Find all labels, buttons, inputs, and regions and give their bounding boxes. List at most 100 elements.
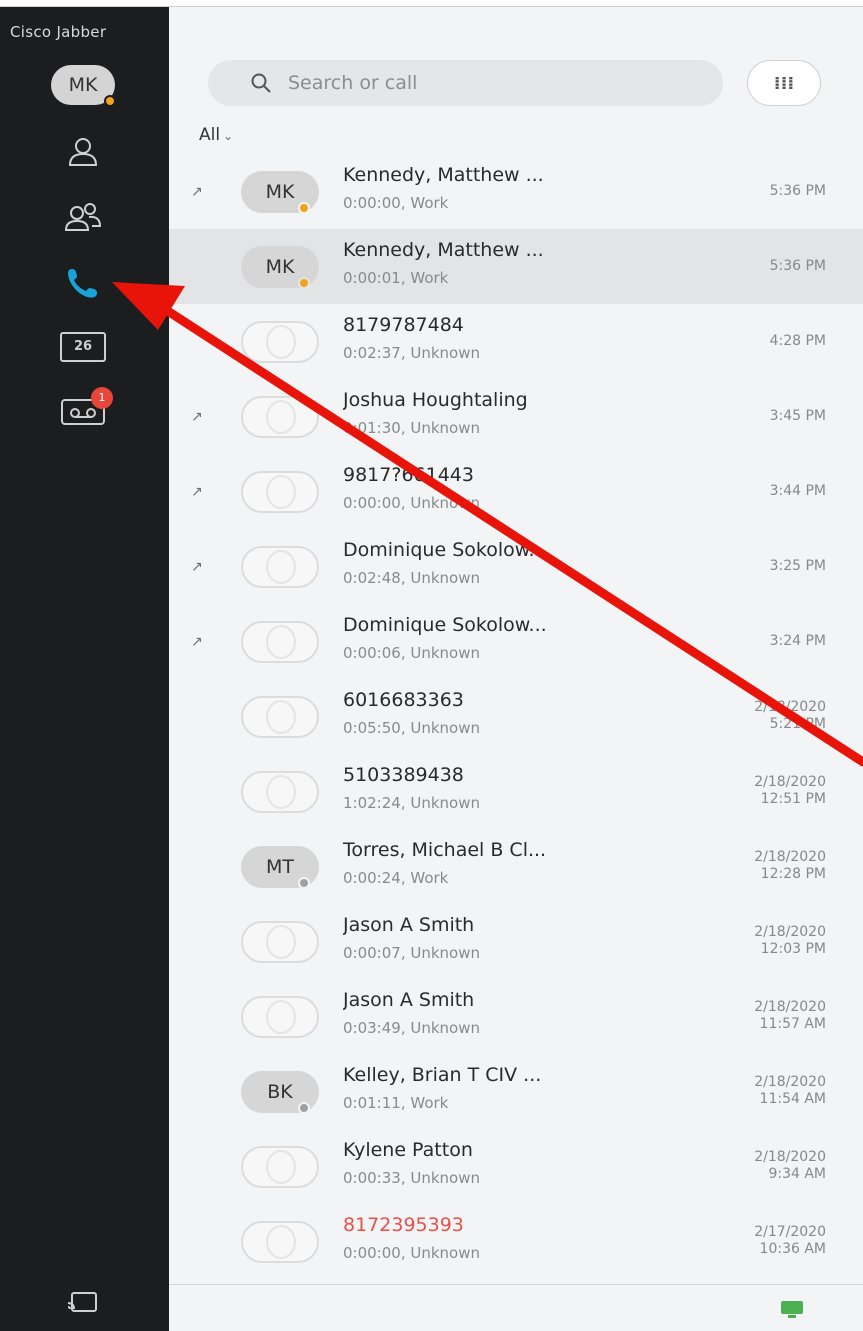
call-time-line1: 2/18/2020 [754,999,826,1015]
monitor-button[interactable] [780,1300,804,1324]
call-detail: 0:00:06, Unknown [343,644,480,662]
presence-dot [298,277,310,289]
calendar-date: 26 [73,339,93,354]
nav-calls-button[interactable] [55,262,111,302]
call-time: 3:25 PM [666,558,826,575]
call-row[interactable]: Jason A Smith 0:00:07, Unknown 2/18/2020 12… [169,904,863,979]
default-avatar-icon[interactable] [241,1146,319,1188]
self-presence-dot [104,95,116,107]
call-name: 8172395393 [343,1214,464,1236]
nav-people-button[interactable] [55,197,111,237]
jabber-window: Cisco Jabber MK 26 1 Search or call ⁞⁞⁞ … [0,6,863,1331]
default-avatar-icon[interactable] [241,996,319,1038]
nav-contacts-button[interactable] [55,132,111,172]
default-avatar-icon[interactable] [241,921,319,963]
call-time-line1: 5:36 PM [769,258,826,274]
default-avatar-icon[interactable] [241,1221,319,1263]
avatar-placeholder-shape [266,925,296,959]
call-time-line2: 12:28 PM [760,866,826,882]
call-time-line1: 2/17/2020 [754,1224,826,1240]
outgoing-call-icon: ↗ [191,634,203,650]
default-avatar-icon[interactable] [241,696,319,738]
avatar-placeholder-shape [266,550,296,584]
call-detail: 0:03:49, Unknown [343,1019,480,1037]
call-time-line1: 2/18/2020 [754,849,826,865]
call-time-line1: 2/18/2020 [754,1149,826,1165]
search-bar[interactable]: Search or call [208,60,723,106]
call-time: 3:44 PM [666,483,826,500]
outgoing-call-icon: ↗ [191,559,203,575]
default-avatar-icon[interactable] [241,621,319,663]
calendar-icon: 26 [60,332,106,362]
call-detail: 0:00:24, Work [343,869,449,887]
call-time-line2: 5:21 PM [769,716,826,732]
presence-dot [298,877,310,889]
people-icon [64,203,102,231]
default-avatar-icon[interactable] [241,471,319,513]
call-history-panel: Search or call ⁞⁞⁞ All ⌄ ↗ MK Kennedy, Matt… [169,7,863,1331]
outgoing-call-icon: ↗ [191,484,203,500]
call-time-line1: 2/18/2020 [754,1074,826,1090]
call-detail: 0:00:07, Unknown [343,944,480,962]
presence-dot [298,1102,310,1114]
call-time: 2/18/2020 11:54 AM [666,1074,826,1108]
outgoing-call-icon: ↗ [191,184,203,200]
call-row[interactable]: ↗ Joshua Houghtaling 0:01:30, Unknown 3:45 … [169,379,863,454]
call-name: 9817?661443 [343,464,474,486]
call-time: 3:45 PM [666,408,826,425]
default-avatar-icon[interactable] [241,771,319,813]
dialpad-button[interactable]: ⁞⁞⁞ [747,60,821,106]
avatar-placeholder-shape [266,700,296,734]
call-detail: 0:01:30, Unknown [343,419,480,437]
call-detail: 0:02:48, Unknown [343,569,480,587]
call-row[interactable]: Kylene Patton 0:00:33, Unknown 2/18/2020 9:… [169,1129,863,1204]
call-row[interactable]: 6016683363 0:05:50, Unknown 2/18/2020 5:21 … [169,679,863,754]
search-input[interactable]: Search or call [288,72,417,94]
call-time: 5:36 PM [666,258,826,275]
search-icon [251,73,271,93]
call-name: Dominique Sokolow... [343,614,547,636]
footer-divider [169,1284,863,1285]
call-detail: 0:00:01, Work [343,269,449,287]
chevron-down-icon: ⌄ [223,129,234,143]
default-avatar-icon[interactable] [241,546,319,588]
default-avatar-icon[interactable] [241,396,319,438]
nav-calendar-button[interactable]: 26 [55,327,111,367]
call-row[interactable]: 8179787484 0:02:37, Unknown 4:28 PM [169,304,863,379]
call-row[interactable]: 8172395393 0:00:00, Unknown 2/17/2020 10:36… [169,1204,863,1279]
call-detail: 1:02:24, Unknown [343,794,480,812]
call-time: 2/18/2020 9:34 AM [666,1149,826,1183]
call-time: 2/18/2020 12:51 PM [666,774,826,808]
call-name: Dominique Sokolow... [343,539,547,561]
outgoing-call-icon: ↗ [191,409,203,425]
call-row[interactable]: MT Torres, Michael B Cl... 0:00:24, Work 2/… [169,829,863,904]
default-avatar-icon[interactable] [241,321,319,363]
call-row[interactable]: MK Kennedy, Matthew ... 0:00:01, Work 5:36 … [169,229,863,304]
call-time-line1: 2/18/2020 [754,774,826,790]
call-name: Kennedy, Matthew ... [343,239,544,261]
call-name: Torres, Michael B Cl... [343,839,547,861]
call-time: 2/18/2020 11:57 AM [666,999,826,1033]
call-row[interactable]: Jason A Smith 0:03:49, Unknown 2/18/2020 11… [169,979,863,1054]
call-row[interactable]: ↗ MK Kennedy, Matthew ... 0:00:00, Work 5:36… [169,154,863,229]
call-row[interactable]: 5103389438 1:02:24, Unknown 2/18/2020 12:51… [169,754,863,829]
call-name: Kylene Patton [343,1139,473,1161]
call-time: 2/18/2020 12:03 PM [666,924,826,958]
call-row[interactable]: BK Kelley, Brian T CIV ... 0:01:11, Work 2/… [169,1054,863,1129]
call-time-line1: 3:45 PM [769,408,826,424]
call-time-line2: 12:03 PM [760,941,826,957]
call-row[interactable]: ↗ Dominique Sokolow... 0:00:06, Unknown 3:2… [169,604,863,679]
call-row[interactable]: ↗ Dominique Sokolow... 0:02:48, Unknown 3:2… [169,529,863,604]
call-name: 5103389438 [343,764,464,786]
call-detail: 0:01:11, Work [343,1094,449,1112]
call-detail: 0:00:00, Work [343,194,449,212]
call-name: 8179787484 [343,314,464,336]
screen-share-icon [67,1292,97,1312]
call-row[interactable]: ↗ 9817?661443 0:00:00, Unknown 3:44 PM [169,454,863,529]
call-name: Kennedy, Matthew ... [343,164,544,186]
avatar-placeholder-shape [266,1150,296,1184]
nav-screen-share-button[interactable] [55,1282,111,1322]
call-time-line1: 3:25 PM [769,558,826,574]
call-time-line1: 2/18/2020 [754,924,826,940]
filter-dropdown[interactable]: All ⌄ [199,125,233,145]
